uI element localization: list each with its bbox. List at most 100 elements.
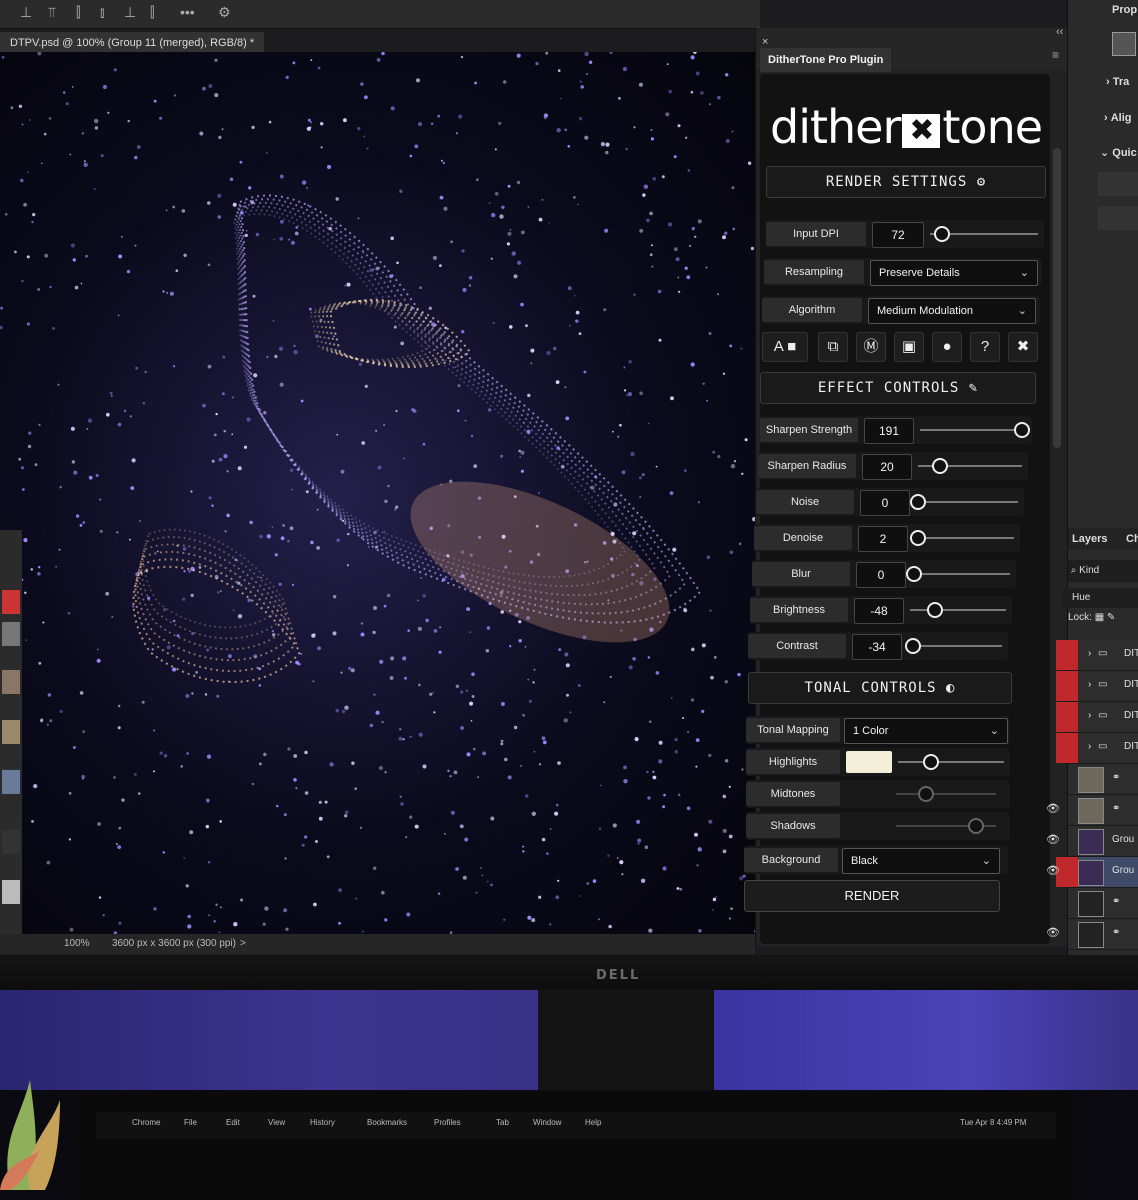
midtones-slider-track[interactable] [896, 793, 996, 795]
layer-row[interactable]: 👁 Grou [1046, 826, 1138, 857]
effect-value-field[interactable]: 20 [862, 454, 912, 480]
close-icon[interactable]: × [762, 36, 768, 48]
effect-value-field[interactable]: 0 [856, 562, 906, 588]
transform-section[interactable]: › Tra [1106, 76, 1129, 88]
effect-slider-track[interactable] [920, 429, 1026, 431]
effect-slider-track[interactable] [914, 537, 1014, 539]
effect-slider-knob[interactable] [909, 530, 926, 546]
align-left-icon[interactable]: ⊥ [20, 4, 32, 21]
effect-slider-knob[interactable] [904, 638, 921, 654]
render-settings-header[interactable]: RENDER SETTINGS ⚙ [766, 166, 1046, 198]
visibility-eye-icon[interactable]: 👁 [1046, 926, 1060, 939]
effect-slider-knob[interactable] [1014, 422, 1030, 438]
effect-slider-track[interactable] [916, 501, 1018, 503]
layer-row[interactable]: › ▭ DIT [1056, 733, 1138, 764]
ink-icon[interactable]: ● [932, 332, 962, 362]
mac-menu-item[interactable]: View [268, 1118, 285, 1127]
effect-slider-knob[interactable] [910, 494, 926, 510]
tonal-mapping-dropdown[interactable]: 1 Color ⌄ [844, 718, 1008, 744]
visibility-eye-icon[interactable]: 👁 [1046, 833, 1060, 846]
quick-action-button[interactable] [1098, 172, 1138, 196]
mac-menu-item[interactable]: Window [533, 1118, 561, 1127]
panel-menu-icon[interactable]: ≡ [1052, 48, 1059, 62]
highlights-slider-knob[interactable] [923, 754, 940, 770]
effect-value-field[interactable]: -48 [854, 598, 904, 624]
status-expand-icon[interactable]: > [240, 934, 246, 954]
effect-slider-knob[interactable] [927, 602, 944, 618]
mac-menu-item[interactable]: History [310, 1118, 335, 1127]
input-dpi-field[interactable]: 72 [872, 222, 924, 248]
effect-controls-header[interactable]: EFFECT CONTROLS ✎ [760, 372, 1036, 404]
blend-mode-dropdown[interactable]: Hue [1062, 588, 1138, 608]
layer-row[interactable]: 👁 ⚭ [1046, 795, 1138, 826]
layer-row[interactable]: › ▭ DIT [1056, 702, 1138, 733]
align-right-icon[interactable]: ⫿ [150, 4, 154, 21]
chevron-right-icon[interactable]: › [1088, 679, 1091, 690]
visibility-eye-icon[interactable]: 👁 [1046, 864, 1060, 877]
resampling-dropdown[interactable]: Preserve Details ⌄ [870, 260, 1038, 286]
mac-menu-item[interactable]: Help [585, 1118, 601, 1127]
mac-menu-item[interactable]: Edit [226, 1118, 240, 1127]
more-icon[interactable]: ••• [180, 4, 195, 20]
effect-value-field[interactable]: 191 [864, 418, 914, 444]
effect-value-field[interactable]: 0 [860, 490, 910, 516]
tonal-controls-header[interactable]: TONAL CONTROLS ◐ [748, 672, 1012, 704]
midtones-slider-knob[interactable] [917, 786, 934, 802]
effect-slider-track[interactable] [912, 573, 1010, 575]
highlights-color-swatch[interactable] [846, 751, 892, 773]
save-icon[interactable]: ▣ [894, 332, 924, 362]
distribute-vertical-icon[interactable]: ⫾ [100, 4, 104, 21]
quick-actions-section[interactable]: ⌄ Quic [1100, 146, 1137, 159]
background-dropdown[interactable]: Black ⌄ [842, 848, 1000, 874]
mac-menu-item[interactable]: Bookmarks [367, 1118, 407, 1127]
algorithm-dropdown[interactable]: Medium Modulation ⌄ [868, 298, 1036, 324]
layer-row[interactable]: ⚭ [1068, 888, 1138, 919]
zoom-level[interactable]: 100% [64, 934, 90, 954]
properties-tab[interactable]: Prop [1112, 4, 1137, 16]
chevron-right-icon[interactable]: › [1088, 648, 1091, 659]
effect-slider-track[interactable] [910, 609, 1006, 611]
effect-value-field[interactable]: -34 [852, 634, 902, 660]
visibility-eye-icon[interactable]: 👁 [1046, 802, 1060, 815]
plugin-scrollbar[interactable] [1053, 148, 1061, 448]
layer-row[interactable]: › ▭ DIT [1056, 671, 1138, 702]
shadows-slider-knob[interactable] [968, 818, 985, 834]
effect-slider-knob[interactable] [906, 566, 922, 582]
layer-row[interactable]: ⚭ [1068, 764, 1138, 795]
mac-menu-item[interactable]: File [184, 1118, 197, 1127]
align-center-icon[interactable]: ⫪ [48, 4, 56, 21]
text-color-icon[interactable]: A ■ [762, 332, 808, 362]
mode-icon[interactable]: Ⓜ [856, 332, 886, 362]
mac-menu-item[interactable]: Tab [496, 1118, 509, 1127]
tab-layers[interactable]: Layers [1072, 533, 1107, 545]
tab-channels[interactable]: Ch [1126, 533, 1138, 545]
distribute-icon[interactable]: ⫿ [76, 4, 80, 21]
effect-value-field[interactable]: 2 [858, 526, 908, 552]
settings-icon[interactable]: ⚙ [218, 4, 231, 21]
chevron-right-icon[interactable]: › [1088, 741, 1091, 752]
quick-action-button[interactable] [1098, 206, 1138, 230]
chevron-right-icon[interactable]: › [1088, 710, 1091, 721]
layer-row[interactable]: › ▭ DIT [1056, 640, 1138, 671]
lock-transparent-icon[interactable]: ▦ [1095, 612, 1107, 623]
input-dpi-slider-knob[interactable] [934, 226, 950, 242]
mac-menu-item[interactable]: Profiles [434, 1118, 461, 1127]
collapse-icon[interactable]: ‹‹ [1056, 26, 1063, 38]
plugin-tab[interactable]: DitherTone Pro Plugin [760, 48, 892, 72]
lock-paint-icon[interactable]: ✎ [1107, 612, 1115, 623]
layer-row[interactable]: 👁 ⚭ [1046, 919, 1138, 950]
layer-filter-field[interactable]: ⌕ Kind [1068, 560, 1138, 582]
document-tab[interactable]: DTPV.psd @ 100% (Group 11 (merged), RGB/… [0, 32, 265, 54]
render-button[interactable]: RENDER [744, 880, 1000, 912]
effect-slider-knob[interactable] [931, 458, 948, 474]
effect-slider-track[interactable] [908, 645, 1002, 647]
help-icon[interactable]: ? [970, 332, 1000, 362]
align-section[interactable]: › Alig [1104, 112, 1132, 124]
highlights-slider-track[interactable] [898, 761, 1004, 763]
reset-icon[interactable]: ✖ [1008, 332, 1038, 362]
mac-menu-item[interactable]: Chrome [132, 1118, 160, 1127]
transform-icon[interactable]: ⧉ [818, 332, 848, 362]
align-bottom-icon[interactable]: ⊥ [124, 4, 136, 21]
layer-row[interactable]: 👁 Grou [1046, 857, 1138, 888]
canvas-area[interactable] [0, 52, 755, 937]
